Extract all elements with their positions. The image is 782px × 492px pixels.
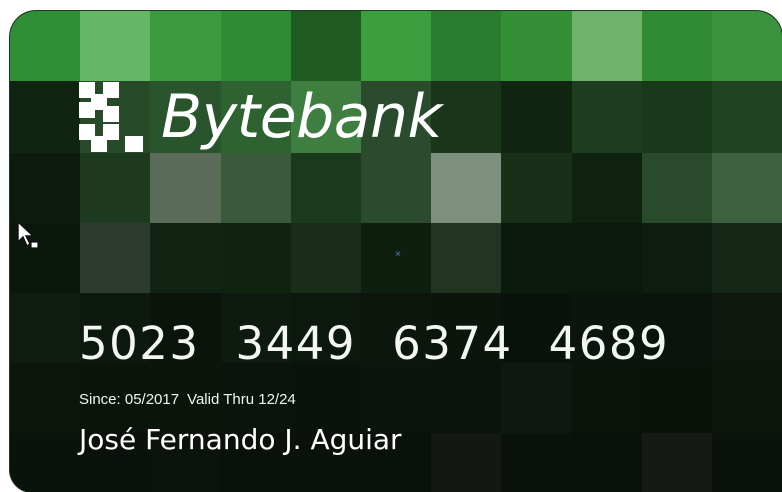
bytebank-pixel-logo-icon (79, 82, 143, 152)
mosaic-tile (571, 433, 642, 492)
mosaic-tile (641, 223, 712, 293)
card-dates: Since: 05/2017 Valid Thru 12/24 (79, 391, 296, 408)
mosaic-tile (711, 81, 782, 153)
mosaic-tile (10, 293, 81, 363)
mosaic-tile (711, 153, 782, 223)
mosaic-tile (220, 153, 291, 223)
since-date: Since: 05/2017 (79, 391, 180, 408)
mosaic-tile (641, 81, 712, 153)
mosaic-tile (80, 11, 151, 81)
mosaic-tile (641, 363, 712, 433)
mosaic-tile (10, 363, 81, 433)
valid-thru-date: Valid Thru 12/24 (187, 391, 296, 408)
mosaic-tile (711, 11, 782, 81)
mosaic-tile (641, 11, 712, 81)
mosaic-tile (431, 363, 502, 433)
mosaic-tile (431, 11, 502, 81)
mosaic-tile (501, 11, 572, 81)
card-number-group-2: 3449 (235, 317, 357, 370)
card-number: 5023 3449 6374 4689 (79, 317, 669, 370)
cardholder-name: José Fernando J. Aguiar (79, 423, 402, 456)
mosaic-tile (501, 153, 572, 223)
mosaic-tile (501, 363, 572, 433)
mosaic-tile (501, 81, 572, 153)
mosaic-tile (80, 223, 151, 293)
mosaic-tile (571, 153, 642, 223)
brand-logo: Bytebank (79, 81, 442, 153)
mosaic-tile (360, 11, 432, 81)
mosaic-tile (431, 153, 502, 223)
mosaic-tile (150, 223, 221, 293)
mosaic-tile (711, 363, 782, 433)
card-number-group-4: 4689 (548, 317, 670, 370)
mosaic-tile (10, 433, 81, 492)
mosaic-tile (290, 223, 361, 293)
mosaic-tile (501, 223, 572, 293)
mosaic-tile (711, 293, 782, 363)
card-number-group-1: 5023 (79, 317, 200, 370)
mosaic-tile (711, 433, 782, 492)
mosaic-tile (10, 11, 81, 81)
mosaic-tile (150, 11, 221, 81)
mosaic-tile (571, 223, 642, 293)
card-number-group-3: 6374 (392, 317, 513, 370)
mosaic-tile (641, 433, 712, 492)
mosaic-tile (711, 223, 782, 293)
mosaic-tile (571, 81, 642, 153)
mosaic-tile (10, 153, 81, 223)
mosaic-tile (290, 11, 361, 81)
crosshair-marker-icon: × (395, 249, 401, 260)
brand-name: Bytebank (161, 82, 442, 152)
mosaic-tile (571, 11, 642, 81)
mosaic-tile (431, 433, 502, 492)
mosaic-tile (641, 153, 712, 223)
mosaic-tile (220, 223, 291, 293)
mosaic-tile (10, 81, 81, 153)
mouse-pointer-icon (17, 220, 39, 249)
mosaic-tile (80, 153, 151, 223)
mosaic-tile (360, 153, 432, 223)
mosaic-tile (431, 223, 502, 293)
mosaic-tile (501, 433, 572, 492)
mosaic-tile (150, 153, 221, 223)
mosaic-tile (571, 363, 642, 433)
mosaic-tile (220, 11, 291, 81)
mosaic-tile (290, 153, 361, 223)
